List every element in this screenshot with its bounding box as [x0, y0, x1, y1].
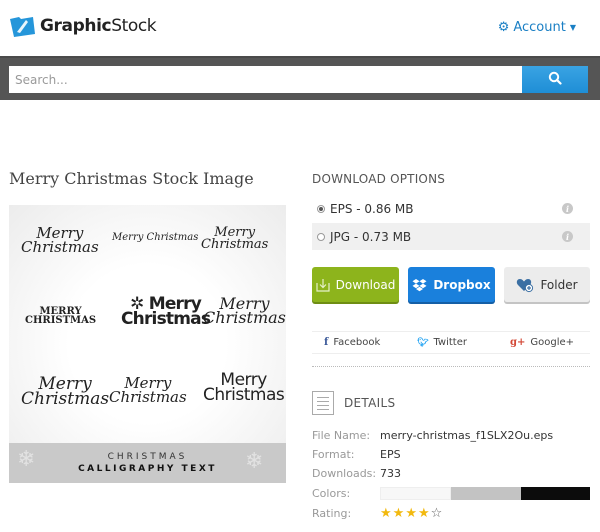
section-divider — [312, 366, 590, 367]
document-icon — [312, 391, 334, 415]
dropbox-icon — [412, 278, 427, 292]
star-filled-icon[interactable]: ★ — [380, 506, 393, 521]
option-jpg[interactable]: JPG - 0.73 MB i — [312, 223, 590, 250]
twitter-label: Twitter — [433, 337, 467, 348]
share-facebook[interactable]: f Facebook — [324, 337, 380, 348]
star-filled-icon[interactable]: ★ — [418, 506, 431, 521]
calligraphy-sample: Merry Christmas — [112, 232, 199, 243]
share-google[interactable]: g+ Google+ — [510, 337, 574, 348]
caret-down-icon: ▼ — [569, 23, 576, 32]
color-swatch[interactable] — [451, 487, 521, 500]
detail-downloads: Downloads: 733 — [312, 467, 401, 480]
page-title: Merry Christmas Stock Image — [9, 169, 254, 188]
download-options-heading: DOWNLOAD OPTIONS — [312, 172, 446, 186]
snowflake-decoration: ❄ — [245, 449, 264, 474]
color-swatch[interactable] — [380, 487, 452, 500]
calligraphy-sample: Merry Christmas — [201, 225, 269, 252]
calligraphy-sample: MERRY CHRISTMAS — [25, 306, 97, 326]
share-row: f Facebook 🐦︎ Twitter g+ Google+ — [312, 331, 590, 354]
google-plus-icon: g+ — [510, 337, 526, 348]
option-eps-label: EPS - 0.86 MB — [330, 201, 414, 216]
calligraphy-sample: Merry Christmas — [203, 294, 286, 328]
colors-label: Colors: — [312, 487, 351, 500]
facebook-label: Facebook — [333, 337, 381, 348]
calligraphy-sample: Merry Christmas — [109, 374, 187, 406]
google-label: Google+ — [530, 337, 575, 348]
calligraphy-sample: Merry Christmas — [21, 224, 99, 256]
file-name-value: merry-christmas_f1SLX2Ou.eps — [380, 429, 554, 442]
color-swatch[interactable] — [520, 487, 590, 500]
graphicstock-logo-icon — [9, 14, 36, 38]
format-value: EPS — [380, 448, 401, 461]
snowflake-decoration: ❄ — [17, 447, 36, 472]
option-jpg-label: JPG - 0.73 MB — [330, 229, 412, 244]
download-label: Download — [335, 277, 396, 292]
option-eps[interactable]: EPS - 0.86 MB i — [312, 195, 590, 222]
download-button[interactable]: Download — [312, 267, 399, 302]
details-heading: DETAILS — [312, 391, 395, 415]
search-icon — [548, 71, 562, 88]
share-twitter[interactable]: 🐦︎ Twitter — [417, 337, 467, 348]
radio-eps[interactable] — [317, 204, 325, 213]
star-empty-icon[interactable]: ☆ — [431, 506, 444, 521]
file-name-label: File Name: — [312, 429, 371, 442]
star-filled-icon[interactable]: ★ — [393, 506, 406, 521]
account-label: Account — [513, 20, 566, 35]
downloads-label: Downloads: — [312, 467, 377, 480]
banner-line-1: CHRISTMAS — [107, 452, 188, 462]
dropbox-button[interactable]: Dropbox — [408, 267, 495, 302]
downloads-value: 733 — [380, 467, 401, 480]
star-rating[interactable]: ★ ★ ★ ★ ☆ — [380, 506, 443, 521]
calligraphy-sample: Merry Christmas — [21, 374, 110, 410]
heart-plus-icon — [516, 277, 534, 293]
account-menu[interactable]: ⚙ Account ▼ — [498, 20, 576, 35]
details-title: DETAILS — [344, 396, 396, 410]
stock-image-preview[interactable]: Merry Christmas Merry Christmas Merry Chri… — [9, 205, 286, 483]
star-filled-icon[interactable]: ★ — [405, 506, 418, 521]
color-swatches — [380, 487, 590, 500]
radio-jpg[interactable] — [317, 232, 325, 241]
add-to-folder-button[interactable]: Folder — [504, 267, 590, 302]
download-icon — [316, 278, 330, 292]
detail-colors: Colors: — [312, 487, 590, 500]
preview-banner: ❄ ❄ CHRISTMAS CALLIGRAPHY TEXT — [9, 443, 286, 483]
gear-icon: ⚙ — [497, 20, 510, 35]
rating-label: Rating: — [312, 507, 352, 520]
format-label: Format: — [312, 448, 355, 461]
detail-format: Format: EPS — [312, 448, 401, 461]
site-header: GraphicStock ⚙ Account ▼ — [0, 0, 600, 56]
folder-label: Folder — [540, 277, 578, 292]
brand-logo[interactable]: GraphicStock — [9, 14, 157, 38]
calligraphy-sample: Merry Christmas — [203, 370, 285, 406]
info-icon[interactable]: i — [562, 231, 573, 242]
banner-line-2: CALLIGRAPHY TEXT — [78, 464, 217, 474]
search-bar — [0, 56, 600, 100]
search-button[interactable] — [522, 66, 588, 93]
dropbox-label: Dropbox — [433, 277, 491, 292]
brand-name: GraphicStock — [40, 16, 157, 36]
twitter-icon: 🐦︎ — [417, 337, 429, 348]
search-input[interactable] — [9, 66, 522, 93]
info-icon[interactable]: i — [562, 203, 573, 214]
calligraphy-sample: ✲ Merry Christmas — [121, 294, 211, 330]
detail-rating: Rating: ★ ★ ★ ★ ☆ — [312, 506, 443, 521]
detail-file-name: File Name: merry-christmas_f1SLX2Ou.eps — [312, 429, 553, 442]
facebook-icon: f — [324, 337, 329, 348]
